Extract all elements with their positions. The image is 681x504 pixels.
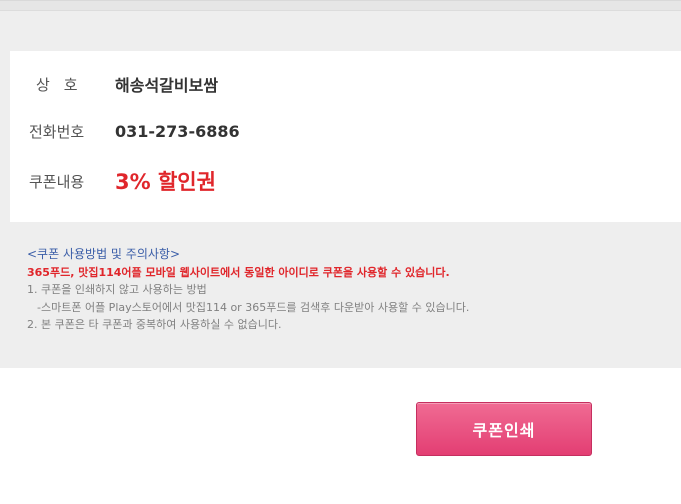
notes-warning: 365푸드, 맛집114어플 모바일 웹사이트에서 동일한 아이디로 쿠폰을 사… (27, 265, 450, 279)
notes-line-1: 1. 쿠폰을 인쇄하지 않고 사용하는 방법 (27, 283, 207, 296)
coupon-discount-value: 3% 할인권 (115, 170, 216, 194)
coupon-panel: 상호 해송석갈비보쌈 전화번호 031-273-6886 쿠폰내용 3% 할인권… (0, 0, 681, 368)
phone-value: 031-273-6886 (115, 121, 240, 141)
business-name-value: 해송석갈비보쌈 (115, 76, 219, 95)
coupon-content-label: 쿠폰내용 (29, 172, 85, 191)
notes-line-2: 2. 본 쿠폰은 타 쿠폰과 중복하여 사용하실 수 없습니다. (27, 318, 282, 331)
notes-line-1-detail: -스마트폰 어플 Play스토어에서 맛집114 or 365푸드를 검색후 다… (37, 300, 470, 314)
coupon-info-card: 상호 해송석갈비보쌈 전화번호 031-273-6886 쿠폰내용 3% 할인권 (10, 51, 681, 222)
top-divider (0, 1, 681, 11)
business-name-label: 상호 (36, 75, 92, 94)
notes-title: <쿠폰 사용방법 및 주의사항> (27, 247, 180, 261)
print-coupon-button[interactable]: 쿠폰인쇄 (416, 402, 592, 456)
phone-label: 전화번호 (29, 122, 85, 141)
usage-notes: <쿠폰 사용방법 및 주의사항> 365푸드, 맛집114어플 모바일 웹사이트… (27, 246, 667, 334)
